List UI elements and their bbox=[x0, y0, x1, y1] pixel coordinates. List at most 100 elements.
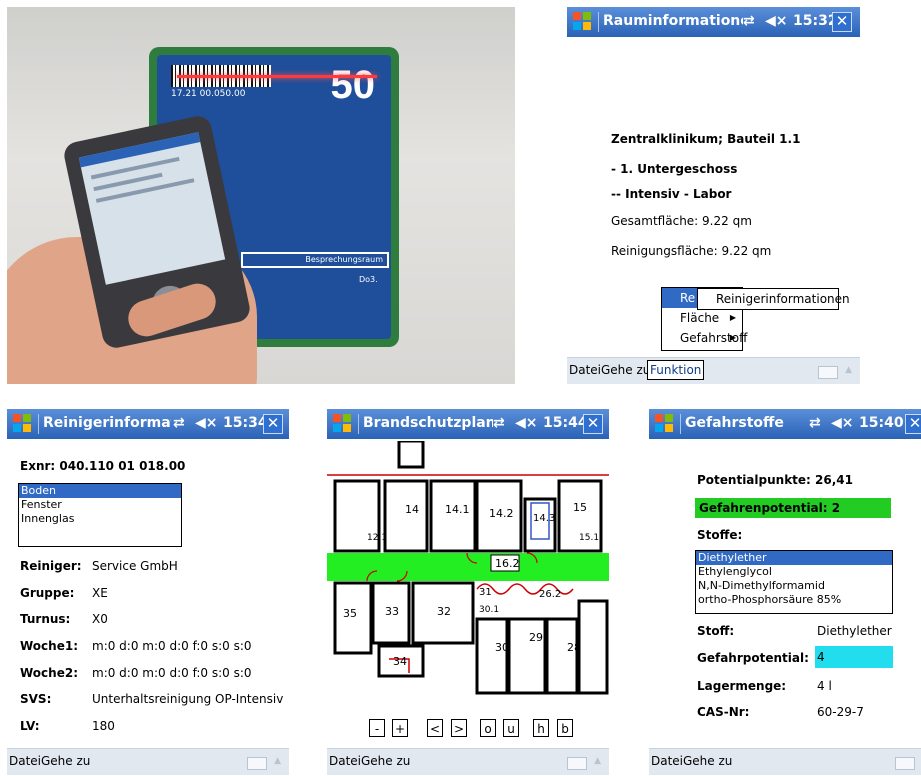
panel-rauminformation: Rauminformatione ⇄ ◀× 15:32 ✕ Zentralkli… bbox=[567, 7, 860, 384]
title-bar: Brandschutzplan ⇄ ◀× 15:44 ✕ bbox=[327, 409, 609, 439]
menu-gehe-zu[interactable]: Gehe zu bbox=[361, 754, 410, 768]
hazard-level-banner: Gefahrenpotential: 2 bbox=[695, 498, 891, 518]
gefahrpotential-value-box: 4 bbox=[815, 646, 893, 668]
floor-line: - 1. Untergeschoss bbox=[611, 162, 738, 176]
sign-code: Do3. bbox=[359, 275, 378, 284]
close-icon[interactable]: ✕ bbox=[583, 414, 603, 434]
h-button[interactable]: h bbox=[533, 719, 549, 737]
cleaning-area: Reinigungsfläche: 9.22 qm bbox=[611, 244, 772, 258]
room-label: 14.2 bbox=[489, 507, 514, 520]
field-value-woche2: m:0 d:0 m:0 d:0 f:0 s:0 s:0 bbox=[92, 666, 252, 680]
pan-down-button[interactable]: u bbox=[503, 719, 519, 737]
pan-right-button[interactable]: > bbox=[451, 719, 467, 737]
clock[interactable]: 15:34 bbox=[223, 415, 268, 431]
room-label: 34 bbox=[393, 655, 407, 668]
room-label: 31 bbox=[479, 587, 492, 598]
b-button[interactable]: b bbox=[557, 719, 573, 737]
windows-start-icon[interactable] bbox=[13, 414, 33, 434]
scan-laser-line bbox=[177, 75, 377, 78]
menu-datei[interactable]: Datei bbox=[569, 363, 601, 377]
menu-bar: Datei Gehe zu ▲ bbox=[7, 748, 289, 775]
list-item[interactable]: Innenglas bbox=[19, 512, 181, 526]
submenu-arrow-icon: ▶ bbox=[729, 313, 736, 322]
room-label: 30.1 bbox=[479, 605, 500, 615]
connectivity-icon[interactable]: ⇄ bbox=[743, 13, 755, 29]
unit-line: -- Intensiv - Labor bbox=[611, 187, 732, 201]
field-value-gefahrpotential: 4 bbox=[817, 650, 825, 664]
zoom-in-button[interactable]: + bbox=[392, 719, 408, 737]
field-value-stoff: Diethylether bbox=[817, 624, 892, 638]
keyboard-icon[interactable] bbox=[818, 366, 838, 379]
menu-gehe-zu[interactable]: Gehe zu bbox=[601, 363, 650, 377]
cleaning-area-list[interactable]: Boden Fenster Innenglas bbox=[18, 483, 182, 547]
field-value-lagermenge: 4 l bbox=[817, 679, 832, 693]
windows-start-icon[interactable] bbox=[573, 12, 593, 32]
field-value-lv: 180 bbox=[92, 719, 115, 733]
pan-up-button[interactable]: o bbox=[480, 719, 496, 737]
speaker-muted-icon[interactable]: ◀× bbox=[515, 415, 538, 431]
photo-pda-scanning-sign: 17.21 00.050.00 50 Besprechungsraum Do3. bbox=[7, 7, 515, 384]
caret-up-icon[interactable]: ▲ bbox=[594, 756, 601, 766]
list-item[interactable]: ortho-Phosphorsäure 85% bbox=[696, 593, 892, 607]
field-label-woche1: Woche1: bbox=[20, 639, 78, 653]
connectivity-icon[interactable]: ⇄ bbox=[173, 415, 185, 431]
menu-datei[interactable]: Datei bbox=[9, 754, 41, 768]
menu-bar: Datei Gehe zu bbox=[649, 748, 921, 775]
speaker-muted-icon[interactable]: ◀× bbox=[831, 415, 854, 431]
menu-funktion[interactable]: Funktion bbox=[647, 360, 705, 380]
keyboard-icon[interactable] bbox=[895, 757, 915, 770]
close-icon[interactable]: ✕ bbox=[905, 414, 921, 434]
menu-item-flaeche[interactable]: Fläche ▶ bbox=[662, 308, 742, 328]
room-label: 15.1 bbox=[579, 533, 600, 543]
clock[interactable]: 15:40 bbox=[859, 415, 904, 431]
windows-start-icon[interactable] bbox=[655, 414, 675, 434]
keyboard-icon[interactable] bbox=[567, 757, 587, 770]
caret-up-icon[interactable]: ▲ bbox=[845, 365, 852, 375]
room-label: 26.2 bbox=[539, 589, 562, 600]
menu-item-gefahrstoff[interactable]: Gefahrstoff ▶ bbox=[662, 328, 747, 348]
menu-bar: Datei Gehe zu ▲ bbox=[327, 748, 609, 775]
total-area: Gesamtfläche: 9.22 qm bbox=[611, 214, 752, 228]
menu-datei[interactable]: Datei bbox=[329, 754, 361, 768]
room-label: 30 bbox=[495, 641, 509, 654]
list-item[interactable]: Boden bbox=[19, 484, 181, 498]
speaker-muted-icon[interactable]: ◀× bbox=[765, 13, 788, 29]
sign-barcode-text: 17.21 00.050.00 bbox=[171, 89, 246, 99]
windows-start-icon[interactable] bbox=[333, 414, 353, 434]
speaker-muted-icon[interactable]: ◀× bbox=[195, 415, 218, 431]
submenu-arrow-icon: ▶ bbox=[729, 333, 736, 342]
menu-item-reinigerinformationen[interactable]: Reinigerinformationen bbox=[698, 289, 850, 309]
list-item[interactable]: Fenster bbox=[19, 498, 181, 512]
field-label-stoff: Stoff: bbox=[697, 624, 735, 638]
list-item[interactable]: Diethylether bbox=[696, 551, 892, 565]
panel-gefahrstoffe: Gefahrstoffe ⇄ ◀× 15:40 ✕ Potentialpunkt… bbox=[649, 409, 921, 775]
clock[interactable]: 15:44 bbox=[543, 415, 588, 431]
floor-plan[interactable] bbox=[327, 441, 609, 711]
menu-gehe-zu[interactable]: Gehe zu bbox=[683, 754, 732, 768]
menu-gehe-zu[interactable]: Gehe zu bbox=[41, 754, 90, 768]
title-bar: Gefahrstoffe ⇄ ◀× 15:40 ✕ bbox=[649, 409, 921, 439]
sign-label: Besprechungsraum bbox=[243, 254, 387, 266]
room-label: 33 bbox=[385, 605, 399, 618]
clock[interactable]: 15:32 bbox=[793, 13, 838, 29]
exnr-label: Exnr: 040.110 01 018.00 bbox=[20, 459, 186, 473]
close-icon[interactable]: ✕ bbox=[832, 12, 852, 32]
substance-list[interactable]: Diethylether Ethylenglycol N,N-Dimethylf… bbox=[695, 550, 893, 614]
potential-points: Potentialpunkte: 26,41 bbox=[697, 473, 853, 487]
menu-datei[interactable]: Datei bbox=[651, 754, 683, 768]
location-line: Zentralklinikum; Bauteil 1.1 bbox=[611, 132, 801, 146]
field-label-lagermenge: Lagermenge: bbox=[697, 679, 787, 693]
pan-left-button[interactable]: < bbox=[427, 719, 443, 737]
room-label: 14 bbox=[405, 503, 419, 516]
list-item[interactable]: Ethylenglycol bbox=[696, 565, 892, 579]
keyboard-icon[interactable] bbox=[247, 757, 267, 770]
room-label: 35 bbox=[343, 607, 357, 620]
field-value-reiniger: Service GmbH bbox=[92, 559, 178, 573]
submenu: Reinigerinformationen bbox=[697, 288, 850, 310]
zoom-out-button[interactable]: - bbox=[369, 719, 385, 737]
list-item[interactable]: N,N-Dimethylformamid bbox=[696, 579, 892, 593]
connectivity-icon[interactable]: ⇄ bbox=[493, 415, 505, 431]
close-icon[interactable]: ✕ bbox=[263, 414, 283, 434]
caret-up-icon[interactable]: ▲ bbox=[274, 756, 281, 766]
connectivity-icon[interactable]: ⇄ bbox=[809, 415, 821, 431]
